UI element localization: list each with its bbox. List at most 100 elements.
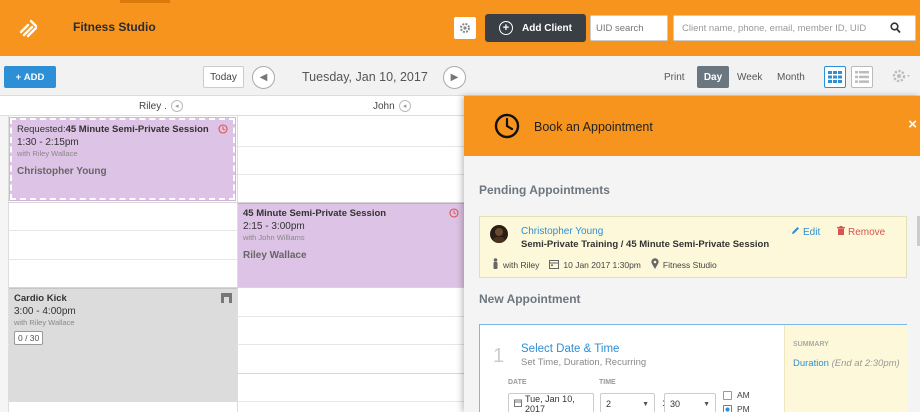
event-client: Riley Wallace	[243, 250, 307, 261]
column-menu-icon[interactable]: ◂	[398, 100, 411, 112]
location-pin-icon	[651, 258, 659, 271]
event-time: 1:30 - 2:15pm	[17, 137, 79, 148]
avatar	[490, 225, 508, 243]
capacity-badge: 0 / 30	[14, 331, 44, 345]
event-time: 3:00 - 4:00pm	[14, 306, 76, 317]
pm-label: PM	[737, 404, 750, 412]
close-icon[interactable]: ×	[908, 116, 917, 133]
client-search-placeholder: Client name, phone, email, member ID, UI…	[682, 23, 867, 34]
book-appointment-panel: Book an Appointment × Pending Appointmen…	[464, 96, 920, 412]
date-field[interactable]: Tue, Jan 10, 2017	[508, 393, 594, 412]
settings-gear-icon[interactable]	[891, 68, 913, 87]
column-name: John	[373, 100, 395, 112]
edit-label: Edit	[803, 226, 821, 238]
room-icon	[221, 293, 232, 306]
am-radio[interactable]	[723, 390, 732, 400]
logo-icon[interactable]	[18, 17, 40, 39]
event-client: Christopher Young	[17, 166, 107, 177]
minute-value: 30	[670, 399, 681, 409]
pending-appointments-heading: Pending Appointments	[479, 183, 610, 197]
class-event[interactable]: Cardio Kick 3:00 - 4:00pm with Riley Wal…	[9, 288, 237, 402]
print-link[interactable]: Print	[664, 72, 685, 83]
active-nav-indicator	[120, 0, 170, 3]
time-gutter	[0, 116, 8, 412]
pending-staff: with Riley	[503, 259, 540, 270]
event-title: 45 Minute Semi-Private Session	[65, 124, 209, 135]
add-button[interactable]: + ADD	[4, 66, 56, 88]
appointment[interactable]: 45 Minute Semi-Private Session 2:15 - 3:…	[238, 203, 464, 287]
add-label: ADD	[23, 71, 45, 83]
event-staff: with Riley Wallace	[14, 318, 75, 327]
appointment-requested[interactable]: Requested:45 Minute Semi-Private Session…	[9, 117, 236, 201]
edit-button[interactable]: Edit	[791, 226, 820, 238]
prev-day-button[interactable]: ◀	[252, 66, 275, 89]
day-view-button[interactable]: Day	[697, 66, 729, 88]
pencil-icon	[791, 226, 800, 238]
add-client-button[interactable]: + Add Client	[485, 14, 586, 42]
column-name: Riley .	[139, 100, 167, 112]
chevron-down-icon: ▼	[703, 400, 710, 408]
hour-select[interactable]: 2 ▼	[600, 393, 655, 412]
pending-meta: with Riley 10 Jan 2017 1:30pm Fitness St…	[492, 258, 717, 271]
pending-location: Fitness Studio	[662, 259, 717, 270]
event-staff: with Riley Wallace	[17, 149, 78, 158]
step-subtitle: Set Time, Duration, Recurring	[521, 357, 647, 368]
new-appointment-heading: New Appointment	[479, 292, 581, 306]
studio-settings-icon[interactable]	[454, 17, 476, 39]
pending-clock-icon	[218, 124, 228, 137]
duration-label: Duration	[793, 358, 829, 369]
pending-client-link[interactable]: Christopher Young	[521, 226, 603, 237]
calendar-icon	[549, 259, 560, 271]
trash-icon	[837, 226, 845, 238]
duration-end: (End at 2:30pm)	[831, 358, 900, 369]
minute-select[interactable]: 30 ▼	[664, 393, 716, 412]
event-title: 45 Minute Semi-Private Session	[243, 208, 387, 219]
client-search-input[interactable]: Client name, phone, email, member ID, UI…	[673, 15, 916, 41]
event-staff: with John Williams	[243, 233, 305, 242]
pending-service: Semi-Private Training / 45 Minute Semi-P…	[521, 239, 770, 250]
clock-icon	[494, 113, 520, 142]
plus-circle-icon: +	[499, 21, 513, 35]
panel-header: Book an Appointment ×	[464, 96, 920, 156]
summary-label: SUMMARY	[793, 341, 829, 348]
next-day-button[interactable]: ▶	[443, 66, 466, 89]
event-title-line: Requested:45 Minute Semi-Private Session	[17, 124, 228, 135]
am-option[interactable]: AM	[723, 390, 750, 400]
time-label: TIME	[599, 379, 616, 386]
column-john[interactable]: John ◂	[373, 100, 411, 112]
uid-search-input[interactable]	[590, 15, 668, 41]
top-bar: Fitness Studio + Add Client Client name,…	[0, 0, 920, 56]
grid-view-icon[interactable]	[824, 66, 846, 88]
week-view-button[interactable]: Week	[737, 72, 762, 83]
column-riley[interactable]: Riley . ◂	[139, 100, 183, 112]
calendar-icon	[514, 399, 522, 409]
summary-box: SUMMARY Duration (End at 2:30pm)	[784, 325, 908, 412]
am-label: AM	[737, 390, 750, 400]
column-menu-icon[interactable]: ◂	[170, 100, 183, 112]
calendar-toolbar: + ADD Today ◀ Tuesday, Jan 10, 2017 ▶ Pr…	[0, 56, 920, 96]
list-view-icon[interactable]	[851, 66, 873, 88]
add-plus: +	[15, 71, 24, 83]
hour-value: 2	[606, 399, 612, 409]
search-icon[interactable]	[890, 22, 901, 37]
event-title: Cardio Kick	[14, 293, 67, 304]
event-status-prefix: Requested:	[17, 124, 66, 135]
pending-appointment-card[interactable]: Christopher Young Semi-Private Training …	[479, 216, 907, 278]
summary-duration[interactable]: Duration (End at 2:30pm)	[793, 358, 900, 369]
remove-button[interactable]: Remove	[837, 226, 885, 238]
event-time: 2:15 - 3:00pm	[243, 221, 305, 232]
step-title[interactable]: Select Date & Time	[521, 343, 619, 355]
today-button[interactable]: Today	[203, 66, 244, 88]
pending-clock-icon	[449, 208, 459, 221]
current-date: Tuesday, Jan 10, 2017	[302, 70, 428, 84]
calendar-column-header: Riley . ◂ John ◂	[0, 96, 464, 116]
pm-option[interactable]: PM	[723, 404, 750, 412]
chevron-down-icon: ▼	[642, 400, 649, 408]
pending-datetime: 10 Jan 2017 1:30pm	[563, 259, 641, 270]
new-appointment-step: 1 Select Date & Time Set Time, Duration,…	[479, 324, 908, 412]
step-number: 1	[493, 345, 505, 367]
month-view-button[interactable]: Month	[777, 72, 805, 83]
date-value: Tue, Jan 10, 2017	[525, 394, 575, 412]
remove-label: Remove	[848, 226, 886, 238]
pm-radio[interactable]	[723, 404, 732, 412]
